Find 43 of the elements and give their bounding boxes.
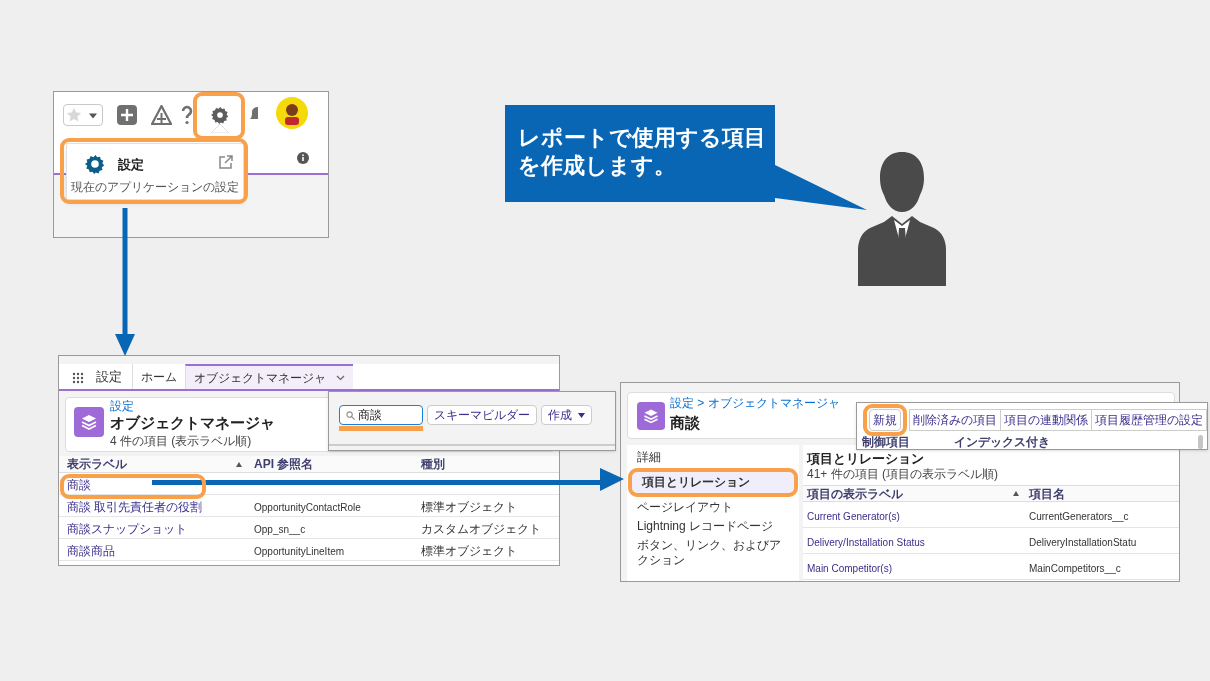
column-header[interactable]: 制御項目 [862, 435, 910, 449]
toolbar-button[interactable]: 削除済みの項目 [909, 409, 1001, 431]
section-title: 項目とリレーション [807, 451, 924, 467]
column-header[interactable]: インデックス付き [954, 435, 1050, 449]
object-link[interactable]: 商談商品 [67, 543, 115, 558]
page-title: オブジェクトマネージャ [110, 413, 275, 432]
table-cell: MainCompetitors__c [1029, 562, 1121, 574]
column-header[interactable]: 項目名 [1029, 486, 1065, 501]
callout-text: レポートで使用する項目 を作成します。 [518, 124, 766, 180]
breadcrumb-link[interactable]: 設定 > オブジェクトマネージャ [670, 396, 840, 410]
menu-item-description: 現在のアプリケーションの設定 [71, 180, 239, 195]
item-count: 4 件の項目 (表示ラベル順) [110, 434, 252, 448]
table-cell: OpportunityContactRole [254, 501, 361, 513]
table-cell: OpportunityLineItem [254, 545, 345, 557]
side-nav-item[interactable]: 項目とリレーション [632, 472, 794, 493]
table-cell: 標準オブジェクト [421, 499, 517, 514]
nav-tab[interactable]: オブジェクトマネージャ [185, 364, 353, 389]
column-header[interactable]: API 参照名 [254, 457, 314, 471]
object-link[interactable]: 商談スナップショット [67, 521, 187, 536]
table-cell: 標準オブジェクト [421, 543, 517, 558]
menu-item[interactable]: 設定 [118, 155, 144, 175]
field-link[interactable]: Current Generator(s) [807, 510, 900, 522]
table-cell: カスタムオブジェクト [421, 521, 541, 536]
object-link[interactable]: 商談 [67, 477, 91, 492]
table-cell: DeliveryInstallationStatu [1029, 536, 1137, 548]
breadcrumb-link[interactable]: 設定 [110, 399, 134, 413]
app-name: 設定 [96, 367, 122, 386]
item-count: 41+ 件の項目 (項目の表示ラベル順) [807, 467, 998, 481]
menu-button[interactable]: 作成 [541, 405, 592, 425]
toolbar-button[interactable]: 項目の連動関係 [1000, 409, 1092, 431]
column-header[interactable]: 項目の表示ラベル [807, 486, 903, 501]
toolbar-button[interactable]: 新規 [869, 409, 901, 431]
object-link[interactable]: 商談 取引先責任者の役割 [67, 499, 203, 514]
table-cell: CurrentGenerators__c [1029, 510, 1129, 522]
field-link[interactable]: Main Competitor(s) [807, 562, 893, 574]
field-link[interactable]: Delivery/Installation Status [807, 536, 925, 548]
table-cell: Opp_sn__c [254, 523, 306, 535]
toolbar-button[interactable]: 項目履歴管理の設定 [1091, 409, 1207, 431]
search-field[interactable]: 商談 [339, 405, 423, 425]
toolbar-button[interactable]: スキーマビルダー [427, 405, 537, 425]
column-header[interactable]: 表示ラベル [67, 457, 127, 471]
page-title: 商談 [670, 413, 700, 433]
column-header[interactable]: 種別 [421, 457, 445, 471]
